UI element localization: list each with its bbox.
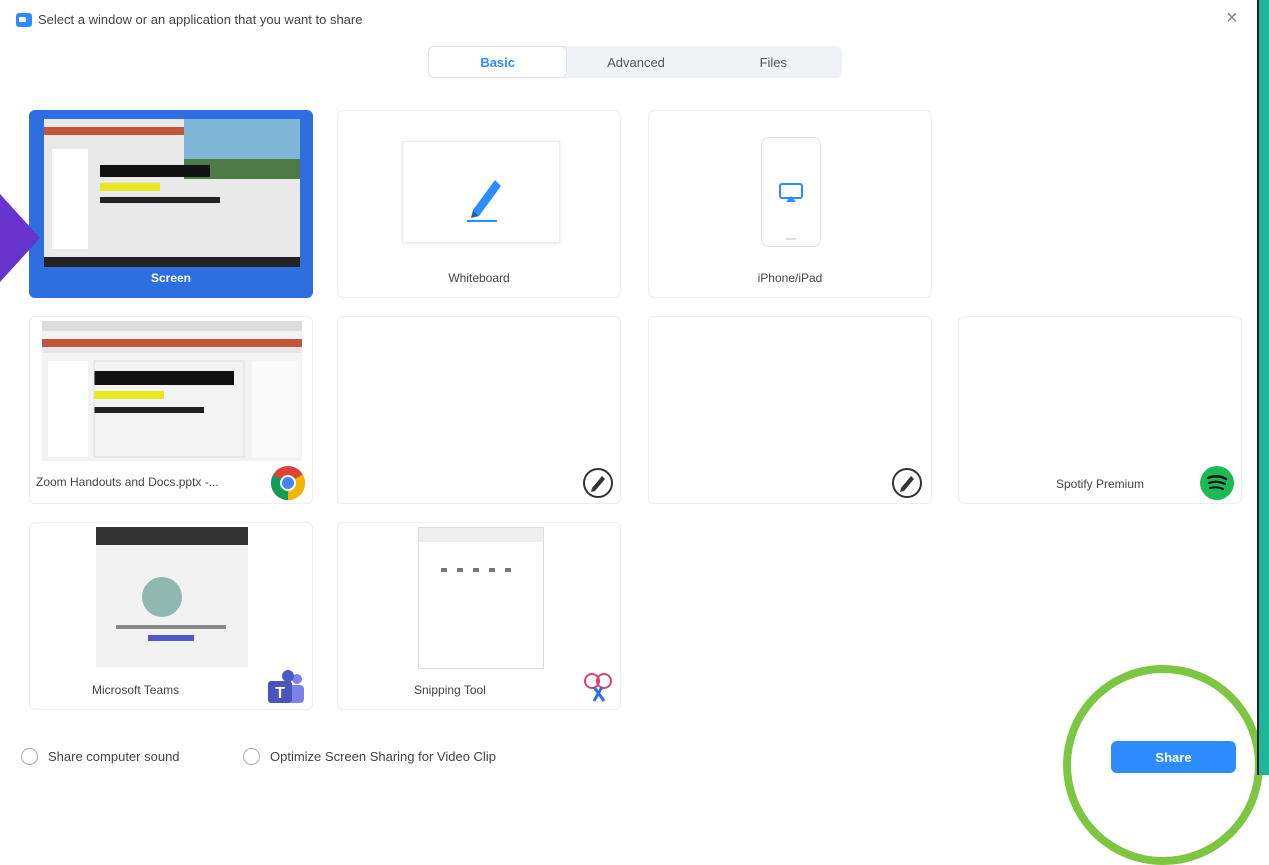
pen-icon <box>467 180 501 222</box>
share-tile-whiteboard[interactable]: Whiteboard <box>337 110 621 298</box>
share-tile-snipping-tool[interactable]: Snipping Tool <box>337 522 621 710</box>
tile-label: Screen <box>150 271 192 285</box>
title-bar: Select a window or an application that y… <box>0 0 1255 40</box>
annotation-pointer-icon <box>0 194 40 282</box>
share-tabs: Basic Advanced Files <box>428 46 842 78</box>
optimize-video-label: Optimize Screen Sharing for Video Clip <box>270 749 496 764</box>
teams-preview-icon <box>96 527 248 641</box>
annotation-ring <box>1063 665 1263 865</box>
whiteboard-preview <box>402 141 560 243</box>
right-edge-strip <box>1257 0 1269 775</box>
snipping-preview-icon <box>419 528 543 572</box>
share-tile-iphone-ipad[interactable]: iPhone/iPad <box>648 110 932 298</box>
scissors-icon <box>584 673 612 702</box>
phone-preview <box>761 137 821 247</box>
snipping-tool-thumbnail <box>418 527 544 669</box>
tile-label: Whiteboard <box>448 271 510 285</box>
share-sound-option[interactable]: Share computer sound <box>21 748 180 765</box>
optimize-video-checkbox[interactable] <box>243 748 260 765</box>
desktop-preview-icon <box>44 119 300 267</box>
share-tile-powerpoint[interactable]: Zoom Handouts and Docs.pptx -... <box>29 316 313 504</box>
zoom-logo-icon <box>16 13 32 27</box>
pen-tool-icon <box>892 468 922 498</box>
airplay-icon <box>779 183 803 240</box>
chrome-icon <box>271 466 305 500</box>
window-title: Select a window or an application that y… <box>38 12 363 27</box>
tab-files[interactable]: Files <box>705 46 842 78</box>
optimize-video-option[interactable]: Optimize Screen Sharing for Video Clip <box>243 748 496 765</box>
tab-advanced[interactable]: Advanced <box>567 46 704 78</box>
presentation-preview-icon <box>42 321 302 458</box>
screen-thumbnail <box>44 119 300 267</box>
share-tile-screen[interactable]: Screen <box>29 110 313 298</box>
close-icon[interactable]: × <box>1226 8 1238 28</box>
pen-tool-icon <box>583 468 613 498</box>
tab-basic[interactable]: Basic <box>428 46 568 78</box>
spotify-icon <box>1200 466 1234 500</box>
share-tile-window-blank-1[interactable] <box>337 316 621 504</box>
teams-thumbnail <box>96 527 248 667</box>
share-sound-label: Share computer sound <box>48 749 180 764</box>
tile-label: Zoom Handouts and Docs.pptx -... <box>36 475 219 489</box>
share-tile-window-blank-2[interactable] <box>648 316 932 504</box>
share-sound-checkbox[interactable] <box>21 748 38 765</box>
svg-text:T: T <box>275 685 285 702</box>
teams-icon: T <box>268 670 304 703</box>
share-tile-spotify[interactable]: Spotify Premium <box>958 316 1242 504</box>
powerpoint-thumbnail <box>42 321 302 461</box>
share-tile-teams[interactable]: Microsoft Teams T <box>29 522 313 710</box>
tile-label: Snipping Tool <box>414 683 486 697</box>
tile-label: iPhone/iPad <box>757 271 823 285</box>
